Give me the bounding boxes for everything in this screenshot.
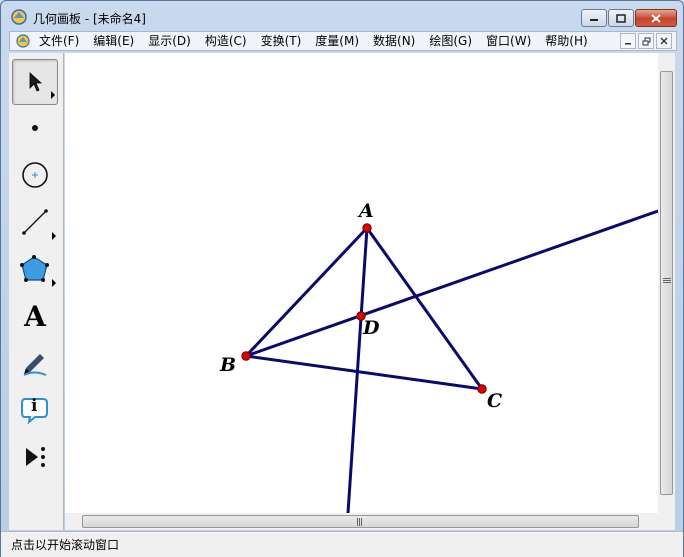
point-a[interactable] <box>362 223 372 233</box>
circle-icon <box>22 162 48 188</box>
maximize-icon <box>616 13 626 23</box>
close-icon <box>660 37 668 45</box>
menu-help[interactable]: 帮助(H) <box>545 34 587 49</box>
label-c[interactable]: C <box>487 390 502 412</box>
arrow-select-tool[interactable] <box>12 59 58 105</box>
vertical-scrollbar[interactable] <box>658 53 675 513</box>
marker-tool[interactable] <box>12 340 58 386</box>
menu-measure[interactable]: 度量(M) <box>315 34 359 49</box>
doc-restore-button[interactable] <box>638 33 654 49</box>
point-c[interactable] <box>477 384 487 394</box>
status-bar: 点击以开始滚动窗口 <box>1 531 683 557</box>
info-glyph: i <box>31 396 38 416</box>
toolbox: A i <box>9 53 64 530</box>
segment-ab[interactable] <box>244 226 369 358</box>
label-d[interactable]: D <box>362 317 380 339</box>
point-b[interactable] <box>241 351 251 361</box>
maximize-button[interactable] <box>608 9 634 27</box>
segment-icon <box>22 209 48 235</box>
menu-display[interactable]: 显示(D) <box>148 34 191 49</box>
text-tool[interactable]: A <box>12 293 58 339</box>
horizontal-scroll-thumb[interactable] <box>82 515 639 528</box>
compass-tool[interactable] <box>12 152 58 198</box>
app-window: 几何画板 - [未命名4] 文件(F) 编辑(E) 显示(D) 构造(C) 变换… <box>0 0 684 557</box>
custom-tool-icon <box>26 447 45 467</box>
submenu-triangle-icon <box>52 279 56 287</box>
close-icon <box>651 13 661 23</box>
menu-window[interactable]: 窗口(W) <box>486 34 531 49</box>
menu-edit[interactable]: 编辑(E) <box>93 34 134 49</box>
marker-pen-icon <box>23 354 47 376</box>
menu-bar: 文件(F) 编辑(E) 显示(D) 构造(C) 变换(T) 度量(M) 数据(N… <box>9 31 677 51</box>
horizontal-scrollbar[interactable] <box>65 513 658 530</box>
custom-tool[interactable] <box>12 434 58 480</box>
doc-close-button[interactable] <box>656 33 672 49</box>
menu-graph[interactable]: 绘图(G) <box>429 34 472 49</box>
point-icon <box>32 125 38 131</box>
sketch-canvas[interactable]: A B C D <box>65 53 660 515</box>
grip-icon <box>357 518 362 526</box>
cursor-arrow-icon <box>29 72 43 92</box>
restore-icon <box>642 37 650 45</box>
menu-file[interactable]: 文件(F) <box>39 34 79 49</box>
menu-construct[interactable]: 构造(C) <box>205 34 247 49</box>
minimize-icon <box>625 43 631 45</box>
information-tool[interactable]: i <box>12 387 58 433</box>
segment-bc[interactable] <box>244 354 484 391</box>
status-text: 点击以开始滚动窗口 <box>11 538 120 552</box>
minimize-icon <box>590 19 598 21</box>
scrollbar-corner <box>658 513 675 530</box>
vertical-scroll-thumb[interactable] <box>660 71 673 495</box>
straightedge-tool[interactable] <box>12 199 58 245</box>
text-a-icon: A <box>24 299 46 333</box>
doc-minimize-button[interactable] <box>620 33 636 49</box>
geometry-drawing[interactable]: A B C D <box>65 53 660 515</box>
grip-icon <box>663 278 671 283</box>
window-title: 几何画板 - [未命名4] <box>33 12 146 26</box>
polygon-tool[interactable] <box>12 246 58 292</box>
document-icon[interactable] <box>16 34 30 48</box>
minimize-button[interactable] <box>581 9 607 27</box>
ray-b-through-d[interactable] <box>244 209 660 358</box>
submenu-triangle-icon <box>51 91 55 99</box>
close-button[interactable] <box>635 9 677 27</box>
label-a[interactable]: A <box>357 200 374 222</box>
sketchpad-app-icon <box>11 9 27 25</box>
menu-data[interactable]: 数据(N) <box>373 34 415 49</box>
pentagon-icon <box>20 255 49 282</box>
label-b[interactable]: B <box>219 354 236 376</box>
submenu-triangle-icon <box>52 232 56 240</box>
menu-transform[interactable]: 变换(T) <box>261 34 302 49</box>
point-tool[interactable] <box>12 105 58 151</box>
title-bar: 几何画板 - [未命名4] <box>1 1 683 31</box>
